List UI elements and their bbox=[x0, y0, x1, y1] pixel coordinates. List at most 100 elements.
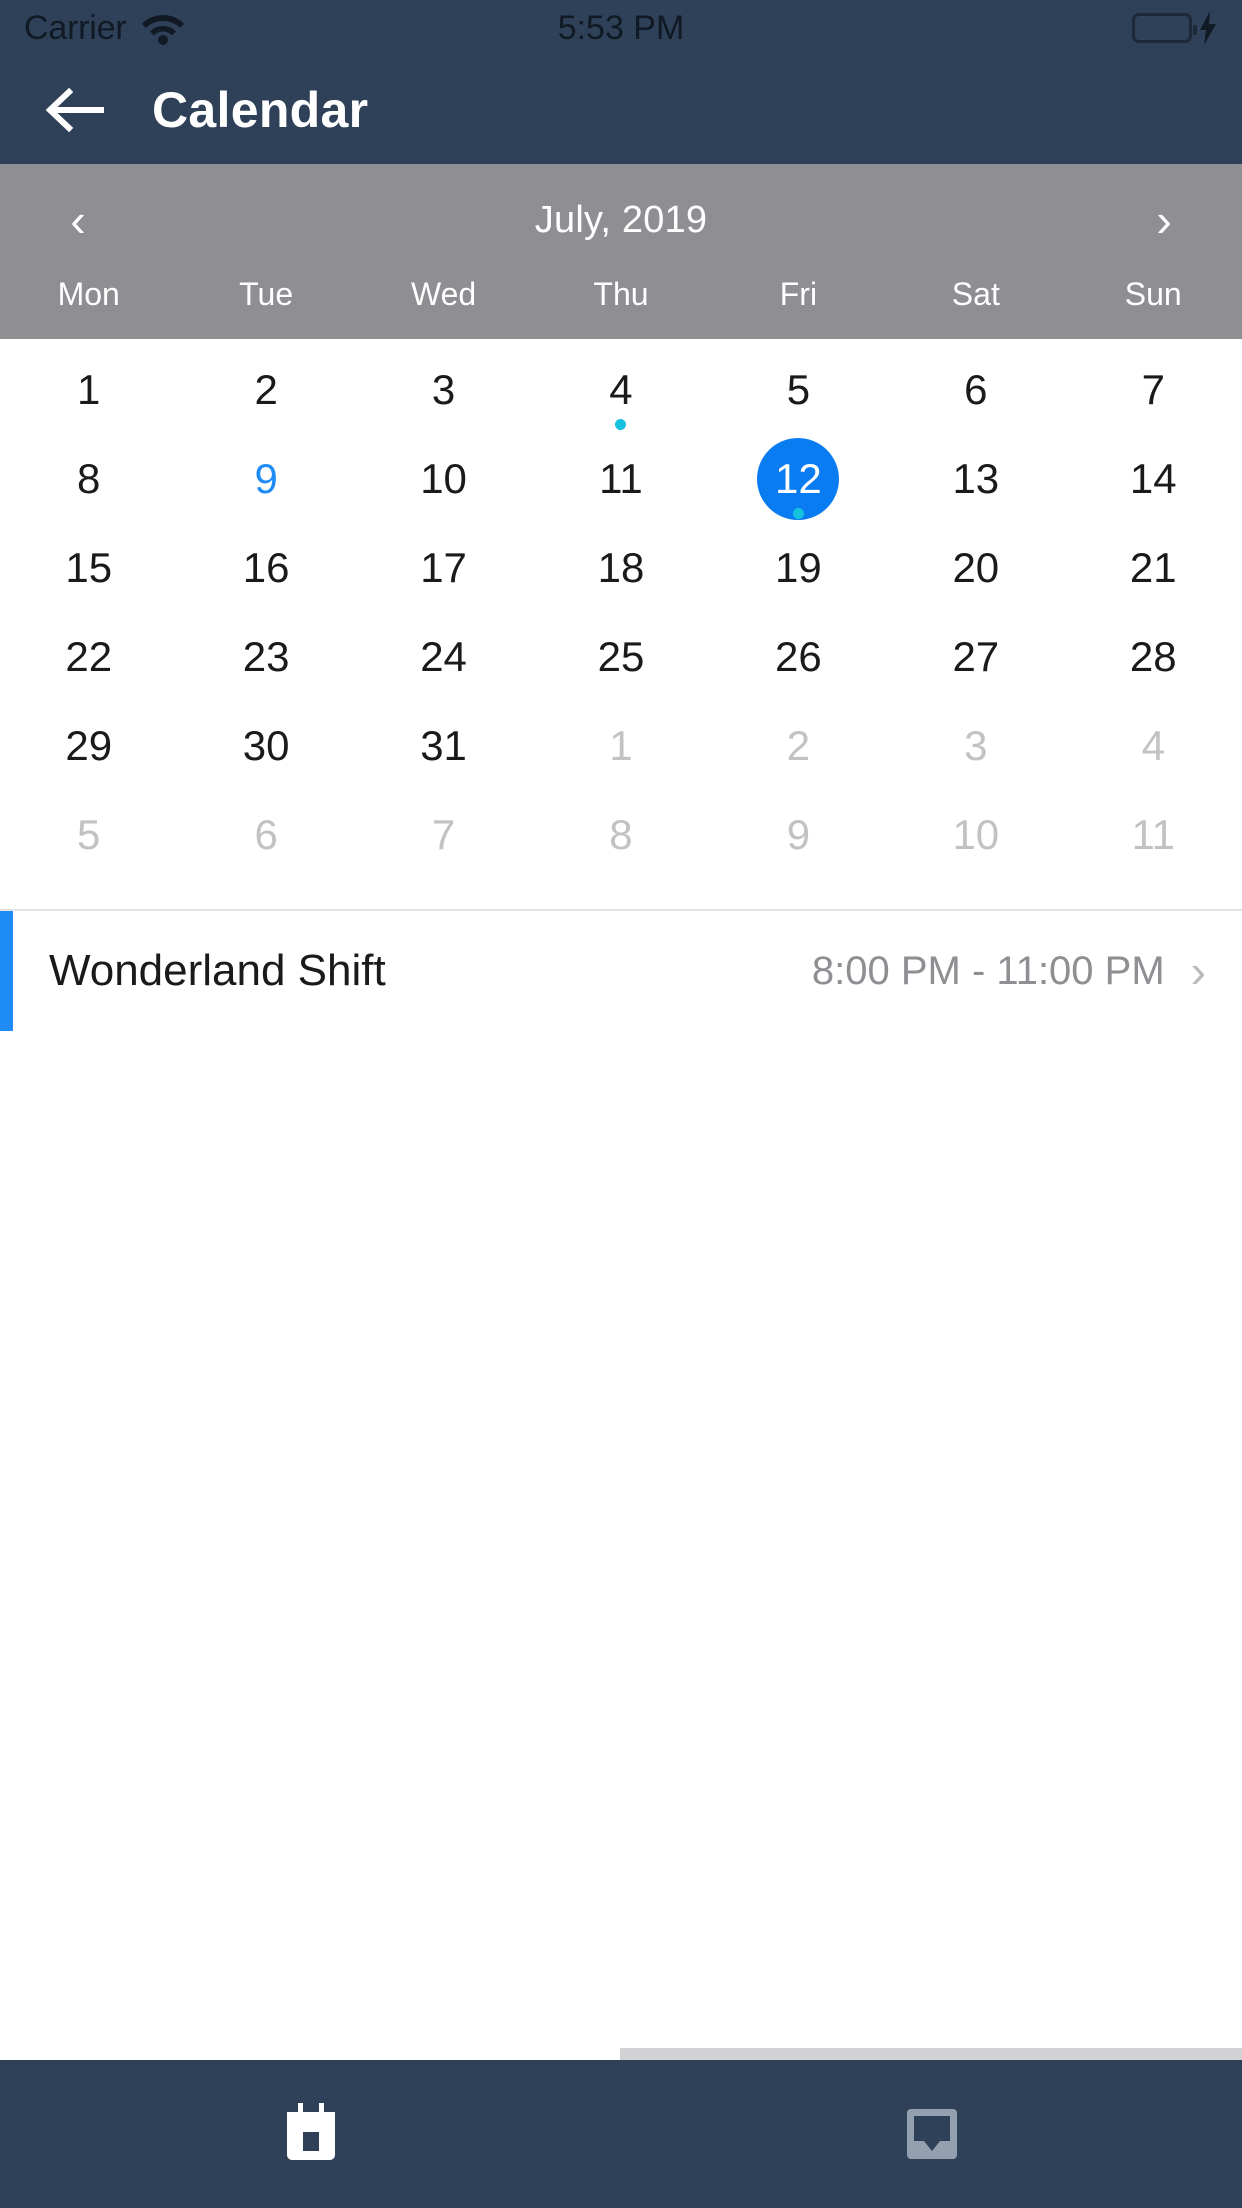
calendar-day-cell[interactable]: 27 bbox=[887, 612, 1064, 701]
calendar-day-cell[interactable]: 11 bbox=[532, 434, 709, 523]
weekday-label-wed: Wed bbox=[410, 276, 477, 312]
tab-inbox[interactable] bbox=[621, 2060, 1242, 2208]
calendar-day-cell[interactable]: 7 bbox=[1065, 345, 1242, 434]
calendar-day-number: 4 bbox=[609, 365, 633, 413]
event-list: Wonderland Shift 8:00 PM - 11:00 PM › bbox=[0, 909, 1242, 1031]
event-time-range: 8:00 PM - 11:00 PM bbox=[811, 948, 1165, 993]
calendar-day-cell[interactable]: 29 bbox=[0, 701, 177, 790]
home-indicator bbox=[0, 2048, 620, 2060]
calendar-day-number: 6 bbox=[964, 365, 988, 413]
calendar-day-number: 17 bbox=[420, 543, 467, 591]
calendar-day-number: 28 bbox=[1129, 632, 1177, 680]
calendar-day-cell[interactable]: 1 bbox=[0, 345, 177, 434]
calendar-day-number: 16 bbox=[242, 543, 290, 591]
calendar-day-cell[interactable]: 11 bbox=[1065, 790, 1242, 879]
prev-month-button[interactable]: ‹ bbox=[48, 197, 108, 243]
calendar-day-number: 11 bbox=[1131, 810, 1176, 858]
calendar-day-cell[interactable]: 10 bbox=[887, 790, 1064, 879]
calendar-day-cell[interactable]: 20 bbox=[887, 523, 1064, 612]
calendar-day-cell[interactable]: 12 bbox=[710, 434, 887, 523]
calendar-day-cell[interactable]: 17 bbox=[355, 523, 532, 612]
calendar-day-cell[interactable]: 5 bbox=[710, 345, 887, 434]
calendar-day-cell[interactable]: 6 bbox=[177, 790, 354, 879]
calendar-day-cell[interactable]: 26 bbox=[710, 612, 887, 701]
calendar-day-cell[interactable]: 2 bbox=[177, 345, 354, 434]
calendar-day-cell[interactable]: 14 bbox=[1065, 434, 1242, 523]
calendar-day-cell[interactable]: 3 bbox=[355, 345, 532, 434]
calendar-day-number: 1 bbox=[77, 365, 101, 413]
weekday-label-mon: Mon bbox=[57, 276, 120, 312]
calendar-day-number: 3 bbox=[964, 721, 988, 769]
calendar-day-cell[interactable]: 30 bbox=[177, 701, 354, 790]
tab-bar bbox=[0, 2060, 1242, 2208]
calendar-day-cell[interactable]: 7 bbox=[355, 790, 532, 879]
calendar-day-number: 5 bbox=[786, 365, 811, 413]
calendar-day-cell[interactable]: 24 bbox=[355, 612, 532, 701]
calendar-week-row: 1 2 3 4 5 6 7 bbox=[0, 345, 1242, 434]
calendar-day-number: 4 bbox=[1141, 721, 1165, 769]
calendar-day-number: 5 bbox=[77, 810, 101, 858]
calendar-day-cell[interactable]: 6 bbox=[887, 345, 1064, 434]
calendar-day-cell[interactable]: 4 bbox=[1065, 701, 1242, 790]
lightning-bolt-icon bbox=[1198, 11, 1218, 45]
calendar-day-number: 8 bbox=[609, 810, 633, 858]
calendar-day-cell[interactable]: 23 bbox=[177, 612, 354, 701]
battery-icon bbox=[1132, 13, 1197, 43]
calendar-day-cell[interactable]: 16 bbox=[177, 523, 354, 612]
calendar-day-cell[interactable]: 15 bbox=[0, 523, 177, 612]
calendar-day-number: 12 bbox=[775, 454, 822, 502]
calendar-day-number: 22 bbox=[65, 632, 113, 680]
calendar-day-cell[interactable]: 25 bbox=[532, 612, 709, 701]
calendar-day-cell[interactable]: 9 bbox=[177, 434, 354, 523]
calendar-week-row: 8 9 10 11 12 13 14 bbox=[0, 434, 1242, 523]
status-bar-left: Carrier bbox=[24, 9, 185, 48]
calendar-day-cell[interactable]: 21 bbox=[1065, 523, 1242, 612]
calendar-day-number: 1 bbox=[609, 721, 633, 769]
calendar-day-number: 2 bbox=[786, 721, 811, 769]
calendar-day-number: 31 bbox=[420, 721, 467, 769]
calendar-day-number: 24 bbox=[420, 632, 467, 680]
chevron-right-icon[interactable]: › bbox=[1191, 948, 1206, 994]
event-accent-bar bbox=[0, 911, 13, 1031]
weekday-label-tue: Tue bbox=[239, 276, 294, 312]
calendar-day-cell[interactable]: 19 bbox=[710, 523, 887, 612]
calendar-week-row: 22 23 24 25 26 27 28 bbox=[0, 612, 1242, 701]
calendar-day-cell[interactable]: 2 bbox=[710, 701, 887, 790]
calendar-day-cell[interactable]: 31 bbox=[355, 701, 532, 790]
calendar-week-row: 29 30 31 1 2 3 4 bbox=[0, 701, 1242, 790]
calendar-day-cell[interactable]: 1 bbox=[532, 701, 709, 790]
event-title: Wonderland Shift bbox=[49, 946, 386, 995]
calendar-day-number: 18 bbox=[597, 543, 645, 591]
calendar-day-number: 20 bbox=[952, 543, 1000, 591]
calendar-day-number: 2 bbox=[254, 365, 278, 413]
status-bar-right bbox=[1132, 11, 1218, 45]
calendar-day-cell[interactable]: 8 bbox=[0, 434, 177, 523]
next-month-button[interactable]: › bbox=[1134, 197, 1194, 243]
calendar-day-number: 7 bbox=[1141, 365, 1165, 413]
calendar-day-cell[interactable]: 9 bbox=[710, 790, 887, 879]
calendar-day-cell[interactable]: 10 bbox=[355, 434, 532, 523]
event-indicator-dot bbox=[792, 508, 804, 519]
calendar-day-cell[interactable]: 5 bbox=[0, 790, 177, 879]
event-row[interactable]: Wonderland Shift 8:00 PM - 11:00 PM › bbox=[0, 911, 1242, 1031]
calendar-day-cell[interactable]: 13 bbox=[887, 434, 1064, 523]
weekday-header-row: Mon Tue Wed Thu Fri Sat Sun bbox=[0, 276, 1242, 339]
back-arrow-icon[interactable] bbox=[46, 87, 104, 133]
calendar-day-number: 27 bbox=[952, 632, 1000, 680]
weekday-label-sat: Sat bbox=[951, 276, 1000, 312]
calendar-day-cell[interactable]: 4 bbox=[532, 345, 709, 434]
status-bar: Carrier 5:53 PM bbox=[0, 0, 1242, 56]
calendar-day-cell[interactable]: 8 bbox=[532, 790, 709, 879]
page-title: Calendar bbox=[152, 82, 369, 138]
weekday-label-thu: Thu bbox=[593, 276, 649, 312]
calendar-grid: 1 2 3 4 5 6 7 8 9 10 11 12 13 14 15 16 17 18 19 20 21 22 23 24 2… bbox=[0, 339, 1242, 879]
calendar-day-number: 15 bbox=[65, 543, 113, 591]
calendar-day-number: 29 bbox=[65, 721, 113, 769]
tab-calendar[interactable] bbox=[0, 2060, 621, 2208]
calendar-day-cell[interactable]: 18 bbox=[532, 523, 709, 612]
weekday-label-sun: Sun bbox=[1124, 276, 1182, 312]
calendar-day-cell[interactable]: 22 bbox=[0, 612, 177, 701]
month-navigation-row: ‹ July, 2019 › bbox=[0, 164, 1242, 276]
calendar-day-cell[interactable]: 3 bbox=[887, 701, 1064, 790]
calendar-day-cell[interactable]: 28 bbox=[1065, 612, 1242, 701]
